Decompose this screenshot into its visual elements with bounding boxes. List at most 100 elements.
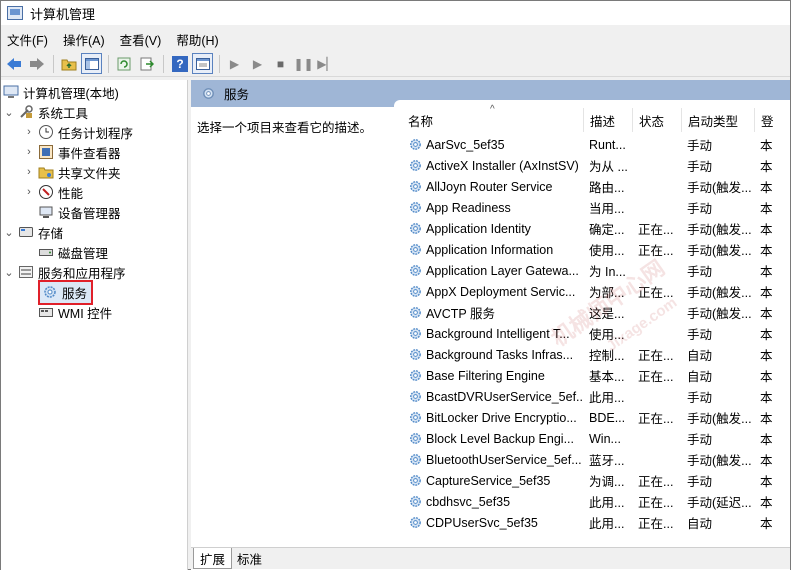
services-panel: 服务 选择一个项目来查看它的描述。 ^ 名称 描述 状态 启动类型 登 AarS… xyxy=(191,80,790,570)
table-row[interactable]: Application Layer Gatewa... 为 In... 手动 本 xyxy=(394,260,790,281)
up-folder-icon[interactable] xyxy=(58,53,79,74)
chevron-down-icon[interactable]: ⌄ xyxy=(3,226,15,239)
wmi-icon xyxy=(38,304,54,320)
tab-extended[interactable]: 扩展 xyxy=(193,548,233,569)
gear-icon xyxy=(408,179,426,194)
table-row[interactable]: cbdhsvc_5ef35 此用... 正在... 手动(延迟... 本 xyxy=(394,491,790,512)
table-row[interactable]: BcastDVRUserService_5ef... 此用... 手动 本 xyxy=(394,386,790,407)
back-arrow-icon[interactable] xyxy=(3,53,24,74)
service-startup-type: 手动 xyxy=(687,160,713,174)
column-header-startup-type[interactable]: 启动类型 xyxy=(681,108,753,132)
tree-item[interactable]: › 任务计划程序 xyxy=(23,122,133,142)
tree-item[interactable]: ⌄ 系统工具 xyxy=(3,102,88,122)
service-logon: 本 xyxy=(760,475,773,489)
tree-item-label: 磁盘管理 xyxy=(58,246,109,261)
table-row[interactable]: AppX Deployment Servic... 为部... 正在... 手动(触发… xyxy=(394,281,790,302)
service-name-cell: Background Tasks Infras... xyxy=(408,344,583,365)
table-row[interactable]: AarSvc_5ef35 Runt... 手动 本 xyxy=(394,134,790,155)
service-description: 确定... xyxy=(589,223,625,237)
tree-item[interactable]: › 共享文件夹 xyxy=(23,162,120,182)
service-name: cbdhsvc_5ef35 xyxy=(426,494,511,509)
service-startup-type: 手动(触发... xyxy=(687,412,752,426)
service-name-cell: Base Filtering Engine xyxy=(408,365,583,386)
tree-item[interactable]: 设备管理器 xyxy=(23,202,121,222)
service-description: 此用... xyxy=(589,517,625,531)
tree-item[interactable]: ⌄ 存储 xyxy=(3,222,63,242)
forward-arrow-icon[interactable] xyxy=(26,53,47,74)
table-row[interactable]: BitLocker Drive Encryptio... BDE... 正在... 手… xyxy=(394,407,790,428)
table-row[interactable]: BluetoothUserService_5ef... 蓝牙... 手动(触发...… xyxy=(394,449,790,470)
chevron-down-icon[interactable]: ⌄ xyxy=(3,106,15,119)
refresh-icon[interactable] xyxy=(113,53,134,74)
table-row[interactable]: CDPUserSvc_5ef35 此用... 正在... 自动 本 xyxy=(394,512,790,533)
service-description: 为 In... xyxy=(589,265,626,279)
service-startup-type: 自动 xyxy=(687,349,713,363)
column-header-name[interactable]: 名称 xyxy=(394,108,576,132)
play-pause-icon[interactable]: ▶ xyxy=(247,53,268,74)
tree-item[interactable]: › 事件查看器 xyxy=(23,142,121,162)
menu-file[interactable]: 文件(F) xyxy=(7,30,48,49)
computer-management-icon xyxy=(7,6,23,20)
tab-standard[interactable]: 标准 xyxy=(231,548,268,569)
chevron-right-icon[interactable]: › xyxy=(23,186,35,198)
tree-item[interactable]: WMI 控件 xyxy=(23,302,112,322)
column-header-status[interactable]: 状态 xyxy=(632,108,681,132)
table-row[interactable]: Application Information 使用... 正在... 手动(触发..… xyxy=(394,239,790,260)
service-name: Block Level Backup Engi... xyxy=(426,431,574,446)
tree-item[interactable]: › 性能 xyxy=(23,182,83,202)
service-status xyxy=(638,428,682,449)
table-row[interactable]: ActiveX Installer (AxInstSV) 为从 ... 手动 本 xyxy=(394,155,790,176)
table-row[interactable]: CaptureService_5ef35 为调... 正在... 手动 本 xyxy=(394,470,790,491)
tree-root[interactable]: 计算机管理(本地) xyxy=(3,82,119,102)
clock-icon xyxy=(38,124,54,140)
gear-icon xyxy=(408,242,426,257)
chevron-down-icon[interactable]: ⌄ xyxy=(3,266,15,279)
export-list-icon[interactable] xyxy=(136,53,157,74)
menu-help[interactable]: 帮助(H) xyxy=(176,30,218,49)
computer-management-icon xyxy=(3,84,19,100)
service-name-cell: AppX Deployment Servic... xyxy=(408,281,583,302)
title-bar[interactable]: 计算机管理 xyxy=(1,1,790,25)
tree-item[interactable]: 服务 xyxy=(23,279,94,305)
service-status xyxy=(638,302,682,323)
service-startup-type: 手动 xyxy=(687,391,713,405)
menu-view[interactable]: 查看(V) xyxy=(120,30,162,49)
service-description: 此用... xyxy=(589,496,625,510)
table-row[interactable]: AllJoyn Router Service 路由... 手动(触发... 本 xyxy=(394,176,790,197)
gear-icon xyxy=(408,515,426,530)
menu-action[interactable]: 操作(A) xyxy=(63,30,105,49)
column-header-logon[interactable]: 登 xyxy=(754,108,790,132)
service-startup-type: 自动 xyxy=(687,517,713,531)
table-row[interactable]: AVCTP 服务 这是... 手动(触发... 本 xyxy=(394,302,790,323)
show-hide-tree-icon[interactable] xyxy=(81,53,102,74)
table-row[interactable]: Background Tasks Infras... 控制... 正在... 自动 本 xyxy=(394,344,790,365)
disk-icon xyxy=(38,244,54,260)
service-startup-type: 手动 xyxy=(687,265,713,279)
service-logon: 本 xyxy=(760,349,773,363)
service-description: 蓝牙... xyxy=(589,454,625,468)
stop-icon[interactable]: ■ xyxy=(270,53,291,74)
column-header-description[interactable]: 描述 xyxy=(583,108,631,132)
table-row[interactable]: App Readiness 当用... 手动 本 xyxy=(394,197,790,218)
selected-tree-item-highlight[interactable]: 服务 xyxy=(38,279,94,305)
table-row[interactable]: Application Identity 确定... 正在... 手动(触发... 本 xyxy=(394,218,790,239)
table-row[interactable]: Base Filtering Engine 基本... 正在... 自动 本 xyxy=(394,365,790,386)
properties-pane-icon[interactable] xyxy=(192,53,213,74)
restart-icon[interactable]: ▶▏ xyxy=(316,53,337,74)
pause-icon[interactable]: ❚❚ xyxy=(293,53,314,74)
service-name: Application Identity xyxy=(426,221,531,236)
play-icon[interactable]: ▶ xyxy=(224,53,245,74)
service-name: BitLocker Drive Encryptio... xyxy=(426,410,577,425)
tree-item-label: 设备管理器 xyxy=(58,206,121,221)
help-icon[interactable]: ? xyxy=(172,55,188,72)
service-status xyxy=(638,260,682,281)
table-row[interactable]: Block Level Backup Engi... Win... 手动 本 xyxy=(394,428,790,449)
tree-item[interactable]: 磁盘管理 xyxy=(23,242,108,262)
chevron-right-icon[interactable]: › xyxy=(23,166,35,178)
chevron-right-icon[interactable]: › xyxy=(23,146,35,158)
services-list[interactable]: ^ 名称 描述 状态 启动类型 登 AarSvc_5ef35 Runt... 手动本… xyxy=(394,100,790,548)
table-row[interactable]: Background Intelligent T... 使用... 手动 本 xyxy=(394,323,790,344)
service-name-cell: App Readiness xyxy=(408,197,583,218)
chevron-right-icon[interactable]: › xyxy=(23,126,35,138)
service-startup-type: 手动 xyxy=(687,433,713,447)
